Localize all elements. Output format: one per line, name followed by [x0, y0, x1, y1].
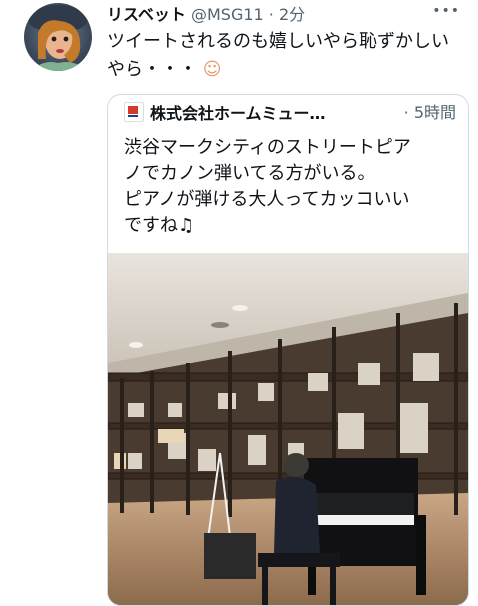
quote-timestamp[interactable]: 5時間: [414, 103, 456, 122]
quote-display-name[interactable]: 株式会社ホームミュー…: [150, 104, 326, 123]
company-logo-icon: [124, 102, 144, 122]
smiling-face-emoji: ☺: [202, 59, 222, 80]
quote-text: 渋谷マークシティのストリートピア ノでカノン弾いてる方がいる。 ピアノが弾ける大…: [124, 135, 459, 239]
avatar[interactable]: [24, 3, 92, 71]
quoted-tweet[interactable]: 株式会社ホームミュー… · 5時間 渋谷マークシティのストリートピア ノでカノン…: [107, 94, 469, 606]
quote-separator: ·: [403, 103, 414, 122]
quote-line: 渋谷マークシティのストリートピア: [124, 137, 411, 158]
quote-line: ピアノが弾ける大人ってカッコいい: [124, 189, 410, 210]
quote-header: 株式会社ホームミュー… · 5時間: [124, 102, 456, 124]
timestamp[interactable]: 2分: [279, 5, 305, 24]
handle[interactable]: @MSG11: [191, 5, 264, 24]
tweet-text: ツイートされるのも嬉しいやら恥ずかしいやら・・・ ☺: [107, 28, 452, 84]
quote-line: ノでカノン弾いてる方がいる。: [124, 163, 376, 184]
more-icon[interactable]: •••: [432, 3, 460, 19]
tweet-body: ツイートされるのも嬉しいやら恥ずかしいやら・・・: [107, 31, 449, 80]
time-separator: ·: [263, 5, 279, 24]
piano-photo[interactable]: [108, 253, 468, 605]
quote-line: ですね♫: [124, 215, 195, 236]
display-name[interactable]: リスベット: [107, 5, 186, 24]
tweet-header: リスベット @MSG11 · 2分: [107, 4, 444, 26]
